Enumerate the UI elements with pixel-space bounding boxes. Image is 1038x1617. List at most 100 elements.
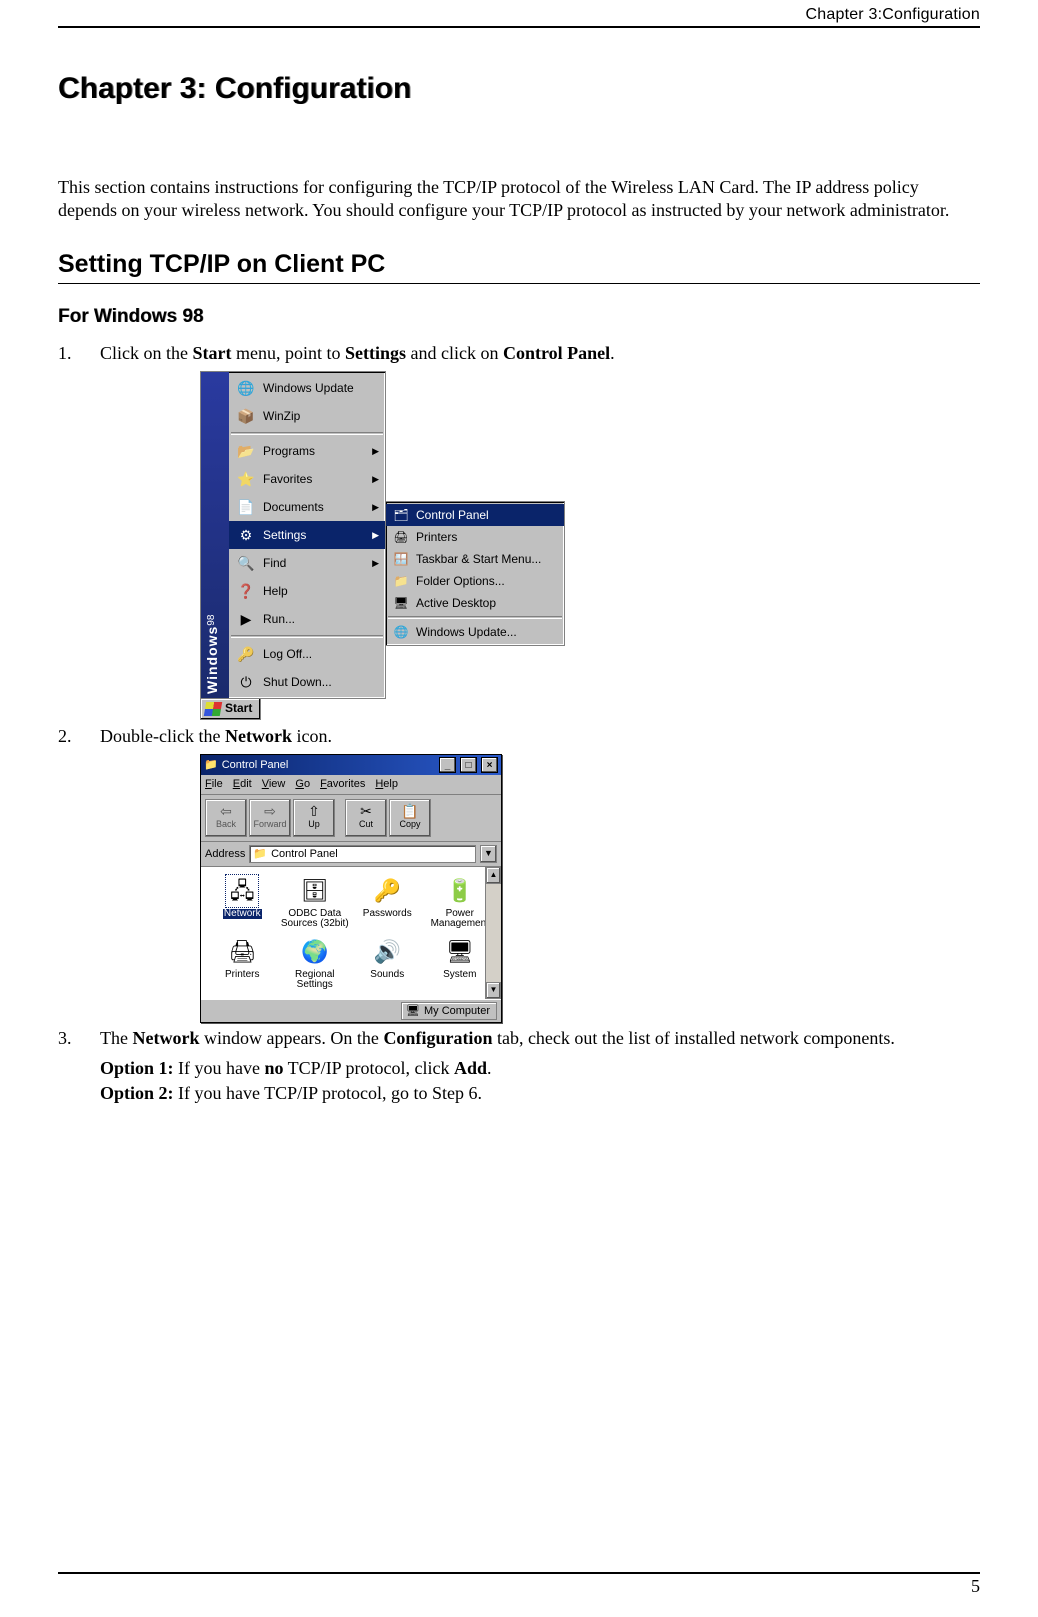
- control-panel-icon[interactable]: 🔊 Sounds: [352, 936, 423, 991]
- start-menu-item[interactable]: 📦 WinZip: [229, 402, 385, 430]
- text-run: window appears. On the: [199, 1028, 383, 1048]
- step-1-text: Click on the Start menu, point to Settin…: [100, 343, 615, 363]
- start-menu-item[interactable]: 🌐Windows Update: [229, 374, 385, 402]
- text-run: tab, check out the list of installed net…: [492, 1028, 894, 1048]
- start-menu-item[interactable]: 📄Documents▶: [229, 493, 385, 521]
- scroll-thumb[interactable]: [486, 884, 501, 982]
- text-run: .: [487, 1058, 492, 1078]
- text-run: .: [610, 343, 615, 363]
- toolbar-icon: ✂: [360, 804, 372, 818]
- menu-item-icon: 📦: [235, 405, 257, 427]
- applet-label: Passwords: [363, 909, 412, 920]
- menu-item-label: Run...: [263, 612, 295, 628]
- text-run: If you have: [174, 1058, 265, 1078]
- menu-item[interactable]: Edit: [233, 777, 252, 791]
- text-run: Double-click the: [100, 726, 225, 746]
- text-bold: Option 2:: [100, 1083, 174, 1103]
- applet-icon: 🖥: [444, 936, 476, 968]
- control-panel-icon[interactable]: 🖨Printers: [207, 936, 278, 991]
- start-menu-item[interactable]: 📂Programs▶: [229, 437, 385, 465]
- submenu-item-label: Taskbar & Start Menu...: [416, 552, 541, 568]
- menu-item[interactable]: Go: [295, 777, 310, 791]
- submenu-item-icon: 🗂: [392, 506, 410, 524]
- close-button[interactable]: ×: [481, 757, 498, 773]
- menu-item-icon: ❓: [235, 580, 257, 602]
- text-bold: no: [264, 1058, 283, 1078]
- menu-item[interactable]: Favorites: [320, 777, 365, 791]
- text-run: Click on the: [100, 343, 193, 363]
- control-panel-icon[interactable]: 🌍Regional Settings: [280, 936, 351, 991]
- applet-icon: 🔊: [371, 936, 403, 968]
- start-menu-item[interactable]: 🔑 Log Off...: [229, 640, 385, 668]
- start-menu-item[interactable]: ▶ Run...: [229, 605, 385, 633]
- control-panel-window: 📁 Control Panel _ □ × File Edit View Go Favo…: [200, 754, 502, 1023]
- menu-item-label: WinZip: [263, 409, 300, 425]
- submenu-arrow-icon: ▶: [372, 446, 379, 458]
- text-bold: Add: [454, 1058, 487, 1078]
- control-panel-icon[interactable]: 🖧Network: [207, 875, 278, 930]
- banner-sub: 98: [206, 615, 217, 626]
- start-menu-item[interactable]: ⏻Shut Down...: [229, 668, 385, 696]
- start-button[interactable]: Start: [200, 698, 261, 720]
- menu-item-icon: 🔑: [235, 643, 257, 665]
- control-panel-icon[interactable]: 🗄ODBC Data Sources (32bit): [280, 875, 351, 930]
- menu-item-icon: ▶: [235, 608, 257, 630]
- step-3: The Network window appears. On the Confi…: [58, 1027, 980, 1105]
- step-3-text: The Network window appears. On the Confi…: [100, 1028, 895, 1048]
- maximize-button[interactable]: □: [460, 757, 477, 773]
- toolbar-button-cut[interactable]: ✂Cut: [345, 799, 387, 837]
- section-heading-tcpip: Setting TCP/IP on Client PC: [58, 250, 980, 284]
- menu-item[interactable]: View: [262, 777, 286, 791]
- applet-label: Printers: [225, 970, 259, 981]
- status-bar: 🖥 My Computer: [201, 999, 501, 1022]
- scrollbar[interactable]: ▲ ▼: [485, 867, 501, 999]
- applet-label: Sounds: [370, 970, 404, 981]
- banner-text: Windows: [204, 626, 220, 694]
- toolbar-button-back: ⇦Back: [205, 799, 247, 837]
- submenu-item[interactable]: 🌐Windows Update...: [386, 621, 564, 643]
- submenu-item[interactable]: 🪟Taskbar & Start Menu...: [386, 548, 564, 570]
- submenu-arrow-icon: ▶: [372, 558, 379, 570]
- figure-control-panel: 📁 Control Panel _ □ × File Edit View Go Favo…: [200, 754, 980, 1023]
- start-menu-item[interactable]: ❓Help: [229, 577, 385, 605]
- start-menu-item[interactable]: ⭐Favorites▶: [229, 465, 385, 493]
- start-menu-item[interactable]: 🔍Find▶: [229, 549, 385, 577]
- control-panel-icon[interactable]: 🔑 Passwords: [352, 875, 423, 930]
- scroll-down-button[interactable]: ▼: [486, 982, 501, 999]
- text-bold: Start: [193, 343, 232, 363]
- step-2: Double-click the Network icon. 📁 Control…: [58, 725, 980, 1023]
- submenu-item-label: Folder Options...: [416, 574, 505, 590]
- toolbar-button-up[interactable]: ⇧Up: [293, 799, 335, 837]
- folder-icon: 📁: [253, 847, 267, 861]
- toolbar-icon: ⇦: [220, 804, 232, 818]
- toolbar: ⇦Back⇨Forward⇧Up✂Cut📋Copy: [201, 795, 501, 842]
- intro-paragraph: This section contains instructions for c…: [58, 176, 980, 222]
- menu-item-label: Favorites: [263, 472, 312, 488]
- start-menu-item[interactable]: ⚙Settings▶: [229, 521, 385, 549]
- menu-item[interactable]: Help: [375, 777, 398, 791]
- step-3-options: Option 1: If you have no TCP/IP protocol…: [100, 1057, 980, 1106]
- menu-item-icon: ⚙: [235, 524, 257, 546]
- menu-item-label: Programs: [263, 444, 315, 460]
- submenu-item-label: Control Panel: [416, 508, 489, 524]
- toolbar-icon: ⇨: [264, 804, 276, 818]
- address-field[interactable]: 📁 Control Panel: [249, 845, 476, 863]
- text-bold: Settings: [345, 343, 406, 363]
- minimize-button[interactable]: _: [439, 757, 456, 773]
- submenu-arrow-icon: ▶: [372, 474, 379, 486]
- submenu-item[interactable]: 📁Folder Options...: [386, 570, 564, 592]
- settings-submenu: 🗂 Control Panel 🖨Printers🪟Taskbar & Start …: [385, 501, 565, 646]
- scroll-up-button[interactable]: ▲: [486, 867, 501, 884]
- submenu-item[interactable]: 🖨Printers: [386, 526, 564, 548]
- submenu-item[interactable]: 🗂 Control Panel: [386, 504, 564, 526]
- applet-icon: 🔑: [371, 875, 403, 907]
- address-dropdown-button[interactable]: ▼: [480, 845, 497, 863]
- text-bold: Configuration: [383, 1028, 492, 1048]
- menu-item-label: Log Off...: [263, 647, 312, 663]
- text-bold: Network: [132, 1028, 199, 1048]
- submenu-arrow-icon: ▶: [372, 502, 379, 514]
- toolbar-label: Cut: [359, 819, 373, 831]
- toolbar-button-copy[interactable]: 📋Copy: [389, 799, 431, 837]
- menu-item[interactable]: File: [205, 777, 223, 791]
- submenu-item[interactable]: 🖥Active Desktop: [386, 592, 564, 614]
